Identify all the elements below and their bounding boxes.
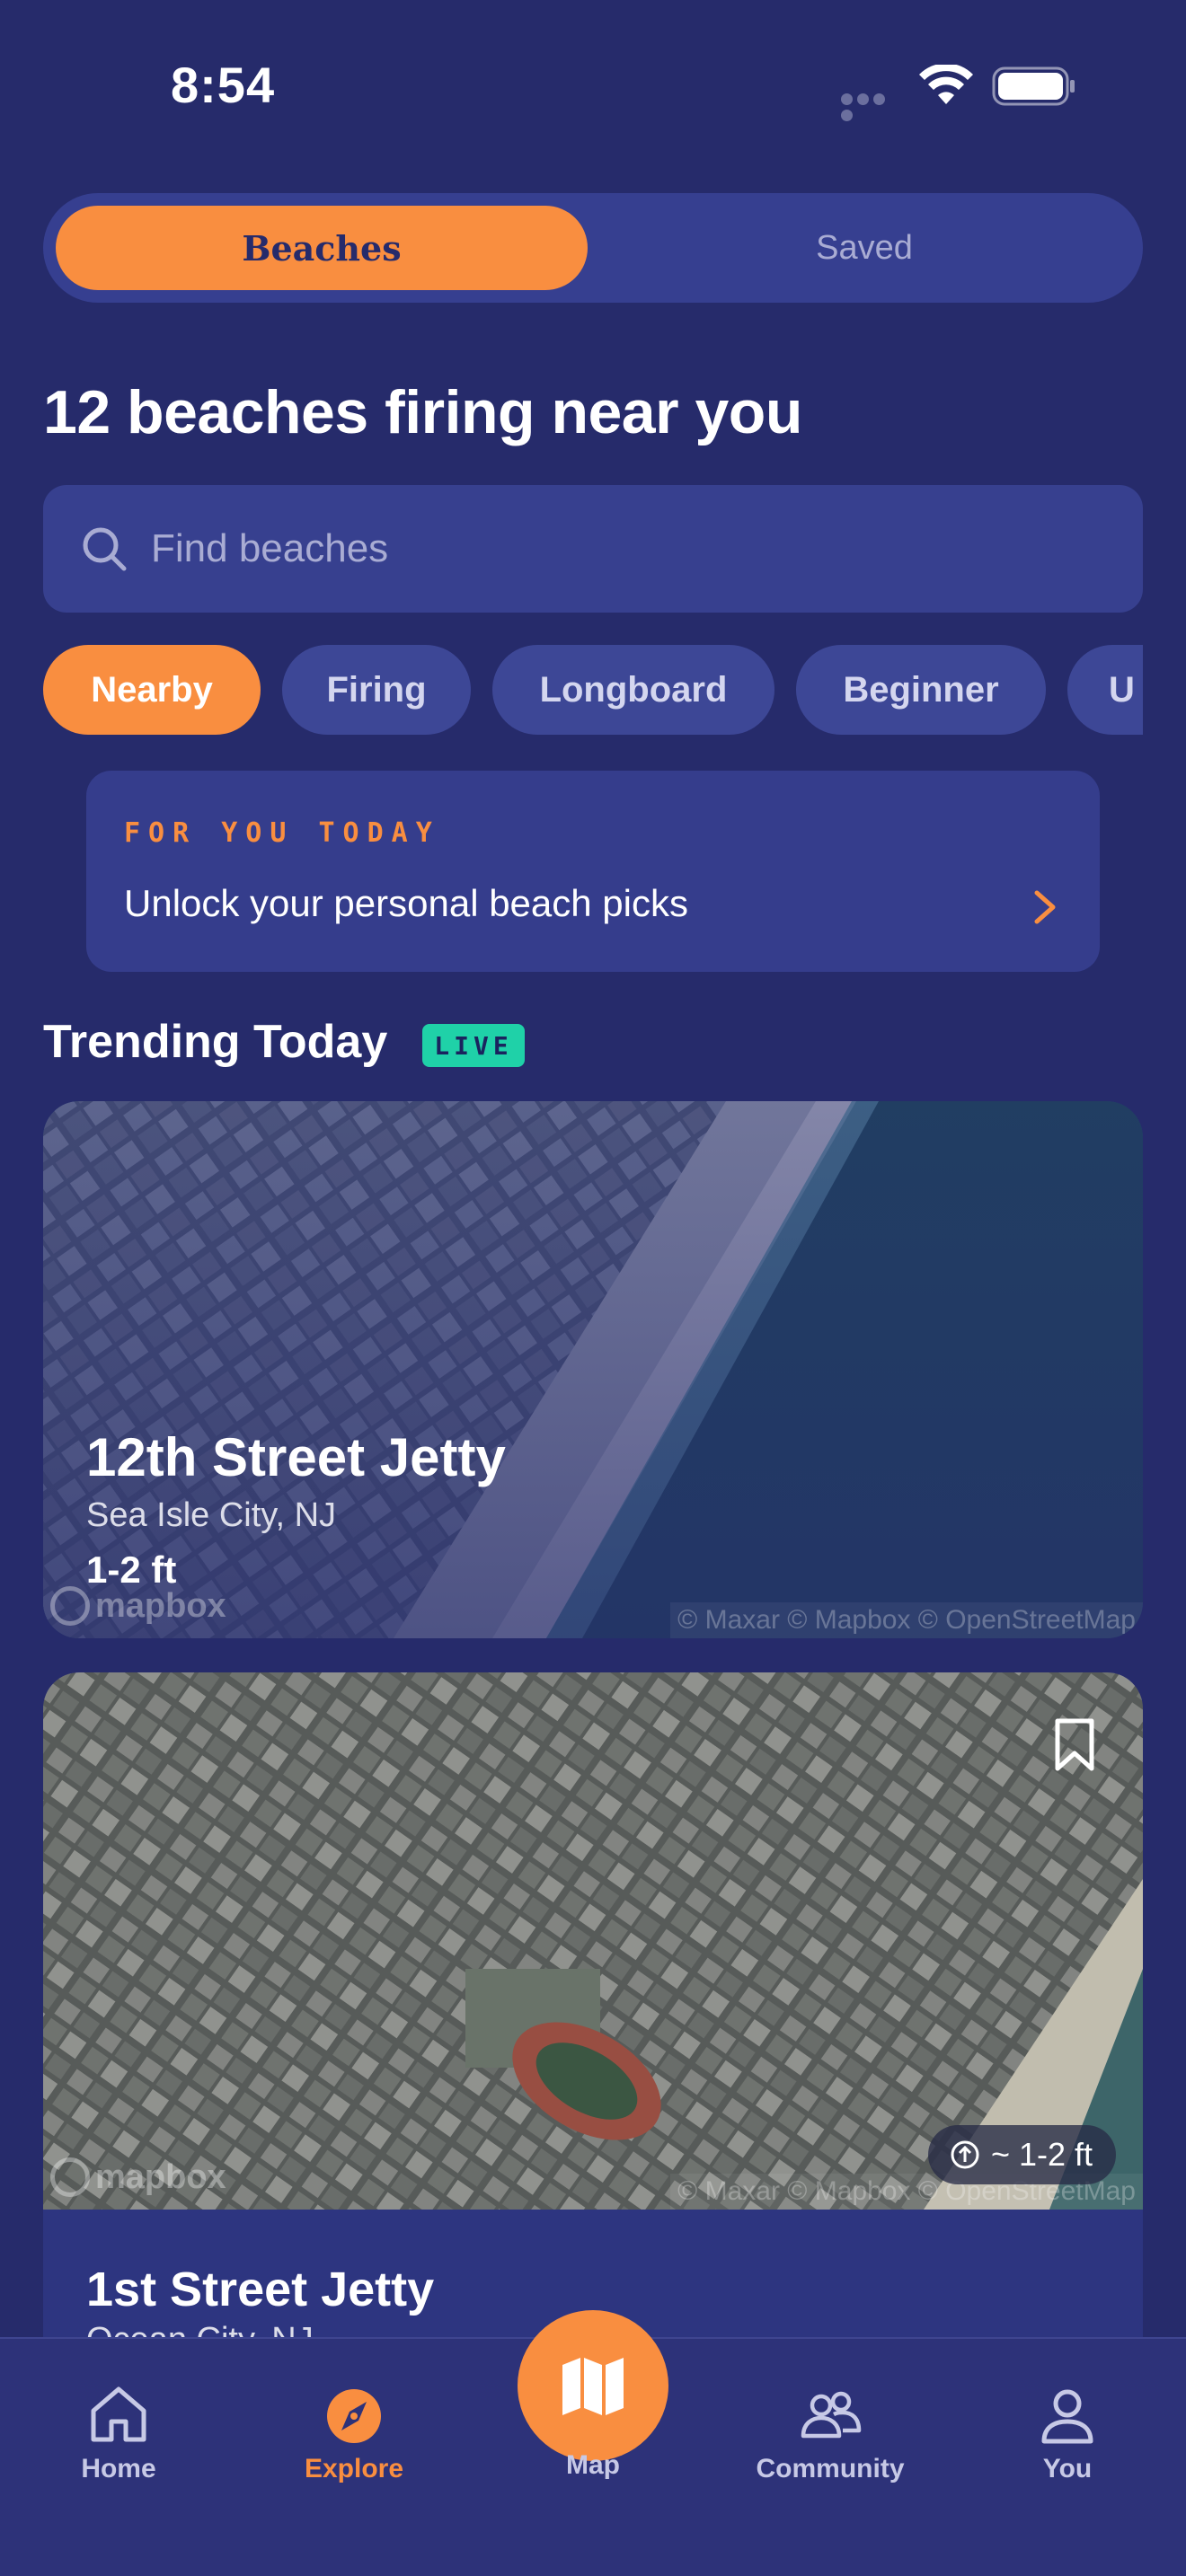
live-badge: LIVE [422, 1024, 525, 1067]
page-title: 12 beaches firing near you [43, 378, 802, 446]
map-attribution[interactable]: © Maxar © Mapbox © OpenStreetMap [670, 1602, 1143, 1638]
tab-beaches[interactable]: Beaches [56, 206, 588, 290]
trending-title: Trending Today [43, 1016, 388, 1068]
profile-icon [1041, 2389, 1093, 2444]
tab-home[interactable]: Home [29, 2380, 208, 2484]
bookmark-icon[interactable] [1053, 1717, 1096, 1773]
compass-icon [327, 2389, 381, 2443]
arrow-up-circle-icon [951, 2140, 979, 2169]
wifi-icon [919, 65, 973, 104]
image-gradient-overlay [43, 1101, 1143, 1638]
chip-partial[interactable]: U [1067, 645, 1143, 735]
beach-name: 1st Street Jetty [86, 2263, 435, 2316]
beaches-saved-toggle: Beaches Saved [43, 193, 1143, 303]
tab-explore[interactable]: Explore [264, 2380, 444, 2484]
wave-height: ~ 1-2 ft [990, 2136, 1093, 2173]
for-you-card[interactable]: FOR YOU TODAY Unlock your personal beach… [86, 771, 1100, 972]
wave-height: 1-2 ft [86, 1548, 177, 1591]
chip-longboard[interactable]: Longboard [492, 645, 774, 735]
for-you-text: Unlock your personal beach picks [124, 882, 688, 924]
mapbox-logo: mapbox [50, 1586, 226, 1626]
map-button[interactable] [518, 2310, 668, 2461]
status-time: 8:54 [171, 57, 276, 113]
tab-saved[interactable]: Saved [598, 206, 1130, 290]
wave-height-pill: ~ 1-2 ft [927, 2125, 1116, 2184]
filter-chips: Nearby Firing Longboard Beginner U [43, 645, 1143, 735]
chip-nearby[interactable]: Nearby [43, 645, 261, 735]
chevron-right-icon [1034, 890, 1056, 924]
search-input[interactable] [151, 485, 1103, 613]
tab-map-label: Map [566, 2450, 620, 2480]
beach-name: 12th Street Jetty [86, 1427, 506, 1487]
map-icon [562, 2358, 624, 2415]
search-bar[interactable] [43, 485, 1143, 613]
community-icon [801, 2391, 862, 2439]
chip-beginner[interactable]: Beginner [796, 645, 1046, 735]
tab-community[interactable]: Community [740, 2380, 920, 2484]
tab-you[interactable]: You [978, 2380, 1157, 2484]
mapbox-logo: mapbox [50, 2157, 226, 2197]
search-icon [83, 527, 127, 571]
cellular-signal-icon [841, 93, 904, 121]
home-icon [91, 2386, 146, 2442]
chip-firing[interactable]: Firing [282, 645, 471, 735]
for-you-eyebrow: FOR YOU TODAY [124, 817, 440, 849]
status-bar: 8:54 [0, 0, 1186, 171]
beach-card[interactable]: 12th Street Jetty Sea Isle City, NJ 1-2 … [43, 1101, 1143, 1638]
battery-icon [992, 66, 1075, 106]
beach-location: Sea Isle City, NJ [86, 1496, 337, 1534]
